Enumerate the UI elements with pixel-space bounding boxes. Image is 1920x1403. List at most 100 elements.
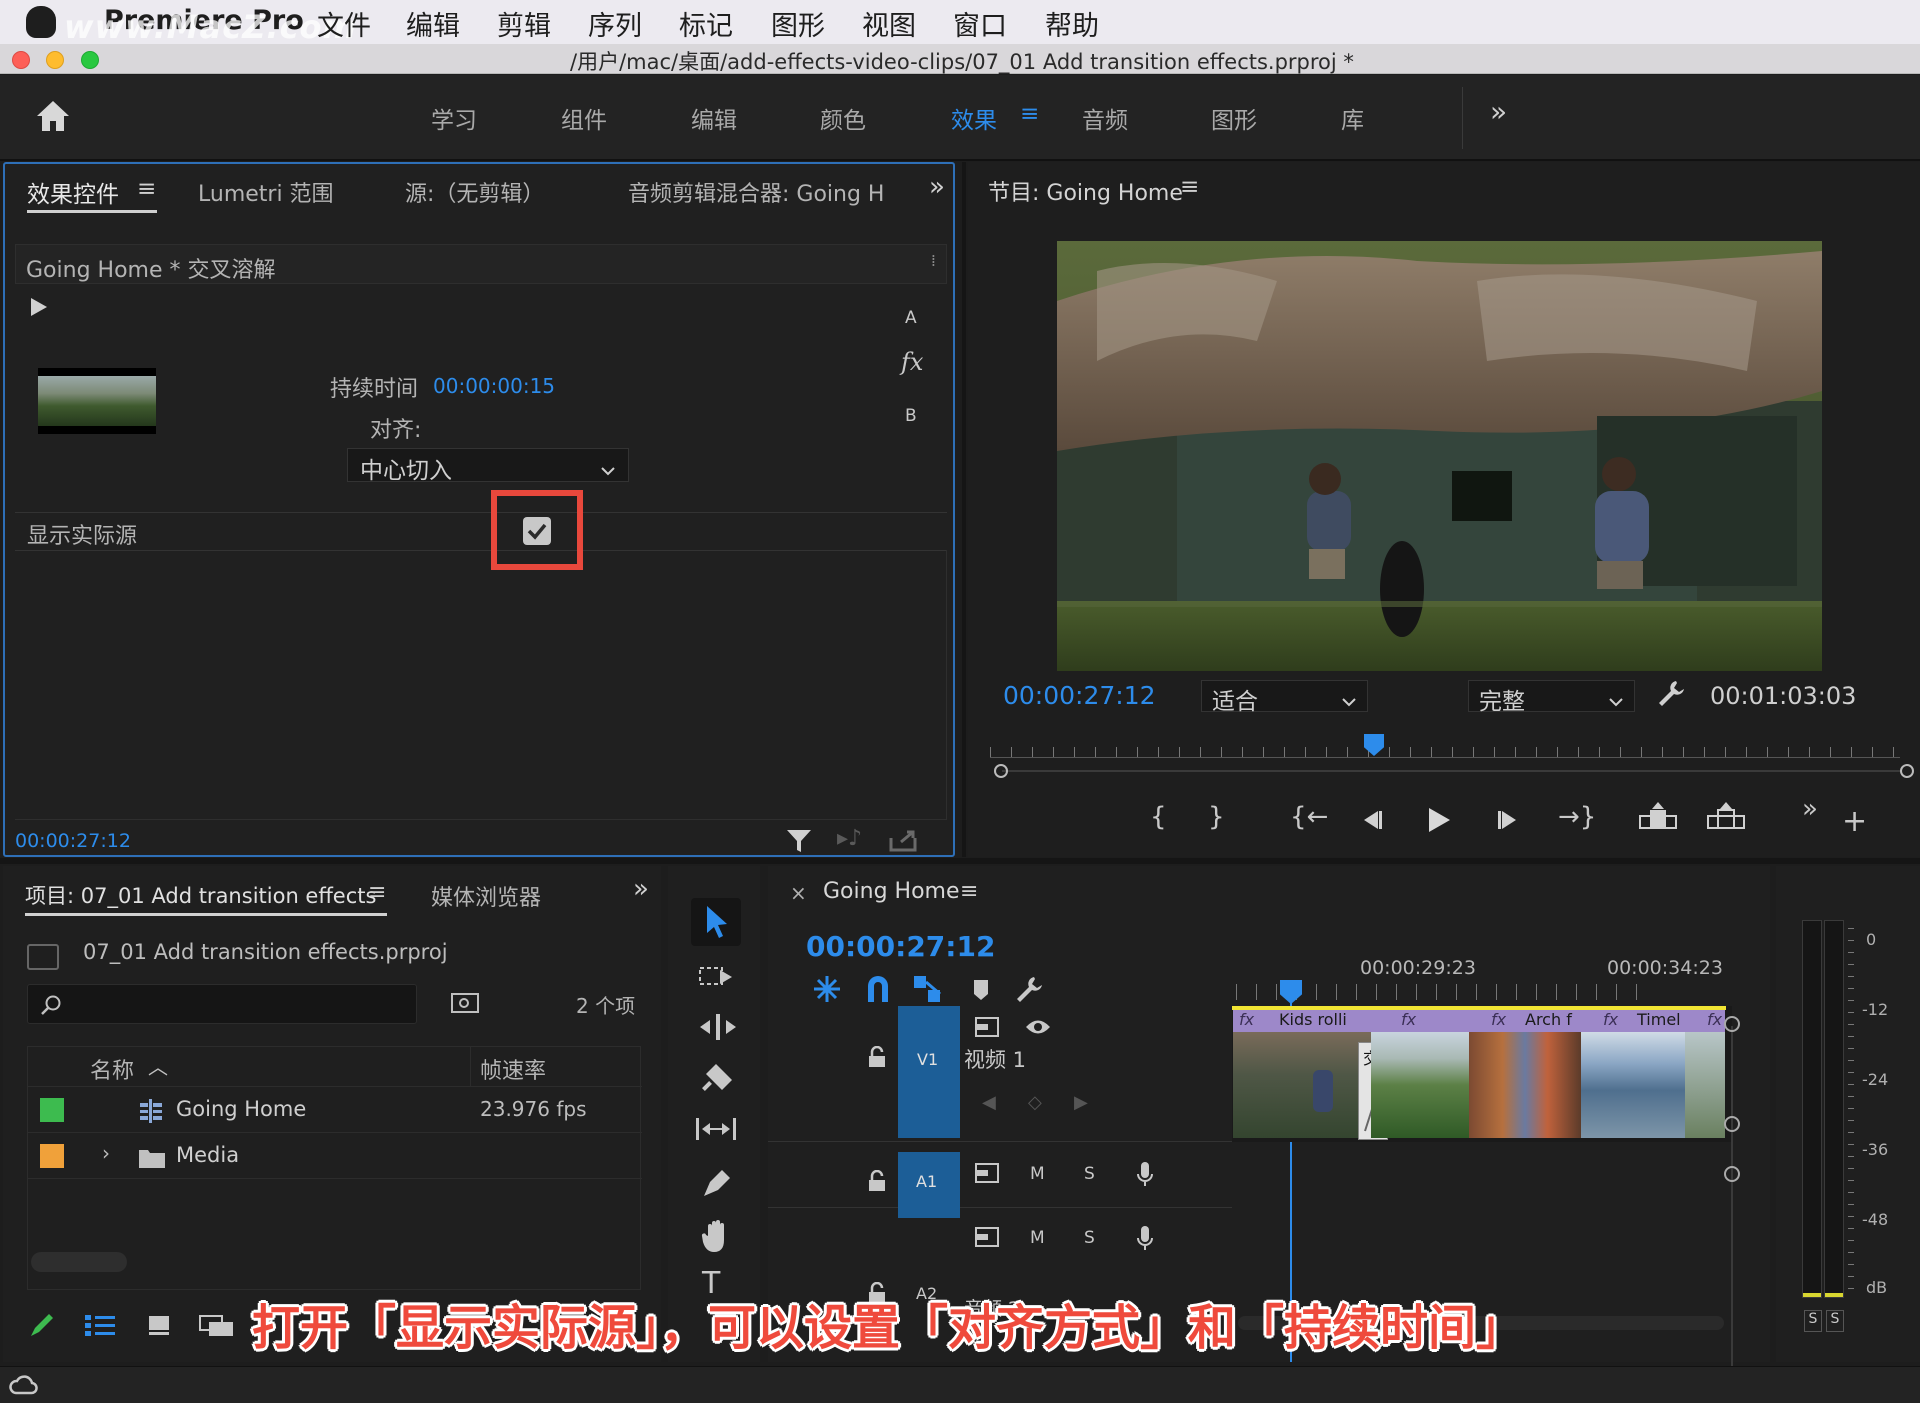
export-icon[interactable] [889,828,919,856]
tab-project[interactable]: 项目: 07_01 Add transition effects [25,880,376,910]
list-item[interactable]: Going Home 23.976 fps [28,1087,642,1133]
filter-icon[interactable] [785,828,813,858]
next-keyframe-icon[interactable]: ▶ [1074,1092,1088,1113]
playback-resolution-dropdown[interactable]: 完整 [1468,680,1635,715]
ripple-edit-tool-icon[interactable] [698,1012,738,1046]
mark-out-icon[interactable]: } [1208,802,1225,832]
menu-view[interactable]: 视图 [862,4,916,43]
snap-magnet-icon[interactable] [864,974,892,1008]
pencil-icon[interactable] [27,1310,57,1344]
add-keyframe-icon[interactable]: ◇ [1028,1092,1042,1113]
apple-logo-icon[interactable] [26,6,56,38]
menu-edit[interactable]: 编辑 [406,4,460,43]
zoom-window-button[interactable] [81,51,99,69]
home-icon[interactable] [34,97,72,135]
selection-tool-icon[interactable] [691,898,741,946]
hand-tool-icon[interactable] [700,1218,734,1258]
program-monitor-title[interactable]: 节目: Going Home [988,175,1183,207]
show-actual-sources-checkbox[interactable] [523,517,551,545]
menu-sequence[interactable]: 序列 [588,4,642,43]
zoom-scrollbar[interactable] [994,764,1914,778]
menu-file[interactable]: 文件 [317,4,371,43]
fit-dropdown[interactable]: 适合 [1201,680,1368,715]
workspace-tab-color[interactable]: 颜色 [820,101,866,135]
solo-left-button[interactable]: S [1804,1310,1822,1332]
solo-right-button[interactable]: S [1826,1310,1844,1332]
clip[interactable]: fx Kids rolli [1233,1010,1371,1138]
timeline-menu-icon[interactable]: ≡ [960,879,978,904]
minimize-window-button[interactable] [46,51,64,69]
button-editor-overflow-icon[interactable]: » [1802,794,1818,824]
clip[interactable]: fx [1371,1010,1469,1138]
label-color-swatch[interactable] [40,1098,64,1122]
add-marker-icon[interactable] [972,978,990,1006]
workspace-tab-graphics[interactable]: 图形 [1211,101,1257,135]
eye-icon[interactable] [1024,1018,1052,1040]
tab-effect-controls[interactable]: 效果控件 [27,175,119,209]
workspace-tab-assembly[interactable]: 组件 [561,101,607,135]
step-forward-icon[interactable] [1496,808,1522,836]
playhead-marker[interactable] [1280,980,1302,1004]
sync-lock-icon[interactable] [974,1016,1000,1042]
horizontal-scrollbar[interactable] [31,1252,127,1272]
a1-source-patch[interactable]: A1 [898,1152,960,1218]
find-icon[interactable] [450,990,480,1018]
lock-icon[interactable] [868,1169,886,1196]
program-time-ruler[interactable] [990,734,1900,758]
sync-lock-icon[interactable] [974,1162,1000,1188]
effect-controls-menu-icon[interactable]: ≡ [137,176,156,202]
program-playhead-timecode[interactable]: 00:00:27:12 [1003,681,1156,710]
razor-tool-icon[interactable] [700,1062,734,1100]
microphone-icon[interactable] [1136,1160,1154,1192]
menu-window[interactable]: 窗口 [953,4,1007,43]
tab-source[interactable]: 源:（无剪辑） [405,176,544,208]
tab-lumetri-scopes[interactable]: Lumetri 范围 [198,176,334,208]
lock-icon[interactable] [868,1045,886,1072]
label-color-swatch[interactable] [40,1144,64,1168]
loop-audio-icon[interactable]: ▸♪ [837,826,862,851]
nest-toggle-icon[interactable] [812,974,842,1008]
alignment-dropdown[interactable]: 中心切入 [347,448,629,484]
search-input[interactable] [27,984,417,1024]
play-transition-button[interactable] [29,296,49,322]
solo-button[interactable]: S [1084,1228,1095,1248]
menu-marker[interactable]: 标记 [679,4,733,43]
column-frame-rate[interactable]: 帧速率 [480,1053,546,1085]
menu-help[interactable]: 帮助 [1045,4,1099,43]
mark-in-icon[interactable]: { [1150,802,1167,832]
track-select-tool-icon[interactable] [698,962,736,996]
tab-audio-clip-mixer[interactable]: 音频剪辑混合器: Going H [628,176,883,208]
clip[interactable]: fx Arch f [1469,1010,1581,1138]
sync-lock-icon[interactable] [974,1226,1000,1252]
panel-overflow-icon[interactable]: » [633,874,649,904]
mute-button[interactable]: M [1030,1164,1045,1184]
prev-keyframe-icon[interactable]: ◀ [982,1092,996,1113]
play-button[interactable] [1426,806,1452,838]
menu-graphics[interactable]: 图形 [771,4,825,43]
timeline-settings-icon[interactable] [1014,974,1044,1008]
menu-clip[interactable]: 剪辑 [497,4,551,43]
extract-icon[interactable] [1706,802,1746,836]
workspace-tab-audio[interactable]: 音频 [1082,101,1128,135]
workspace-tab-learn[interactable]: 学习 [431,101,477,135]
freeform-view-icon[interactable] [199,1314,235,1342]
timeline-timecode[interactable]: 00:00:27:12 [806,930,995,963]
clip[interactable]: fx Timel [1581,1010,1685,1138]
workspace-tab-effects[interactable]: 效果 [951,101,997,135]
step-back-icon[interactable] [1358,808,1384,836]
duration-value[interactable]: 00:00:00:15 [433,374,555,398]
slip-tool-icon[interactable] [694,1114,738,1148]
list-view-icon[interactable] [85,1314,117,1340]
icon-view-icon[interactable] [147,1314,171,1340]
add-button-icon[interactable]: + [1842,804,1867,839]
go-to-in-icon[interactable]: {← [1290,802,1328,832]
list-item[interactable]: › Media [28,1133,642,1179]
sort-ascending-icon[interactable]: ︿ [148,1051,168,1080]
solo-button[interactable]: S [1084,1164,1095,1184]
clip[interactable]: fx [1685,1010,1725,1138]
close-sequence-icon[interactable]: × [790,881,807,905]
pen-tool-icon[interactable] [700,1166,734,1204]
creative-cloud-icon[interactable] [8,1373,38,1403]
workspace-tab-libraries[interactable]: 库 [1341,101,1364,135]
lift-icon[interactable] [1638,802,1678,836]
